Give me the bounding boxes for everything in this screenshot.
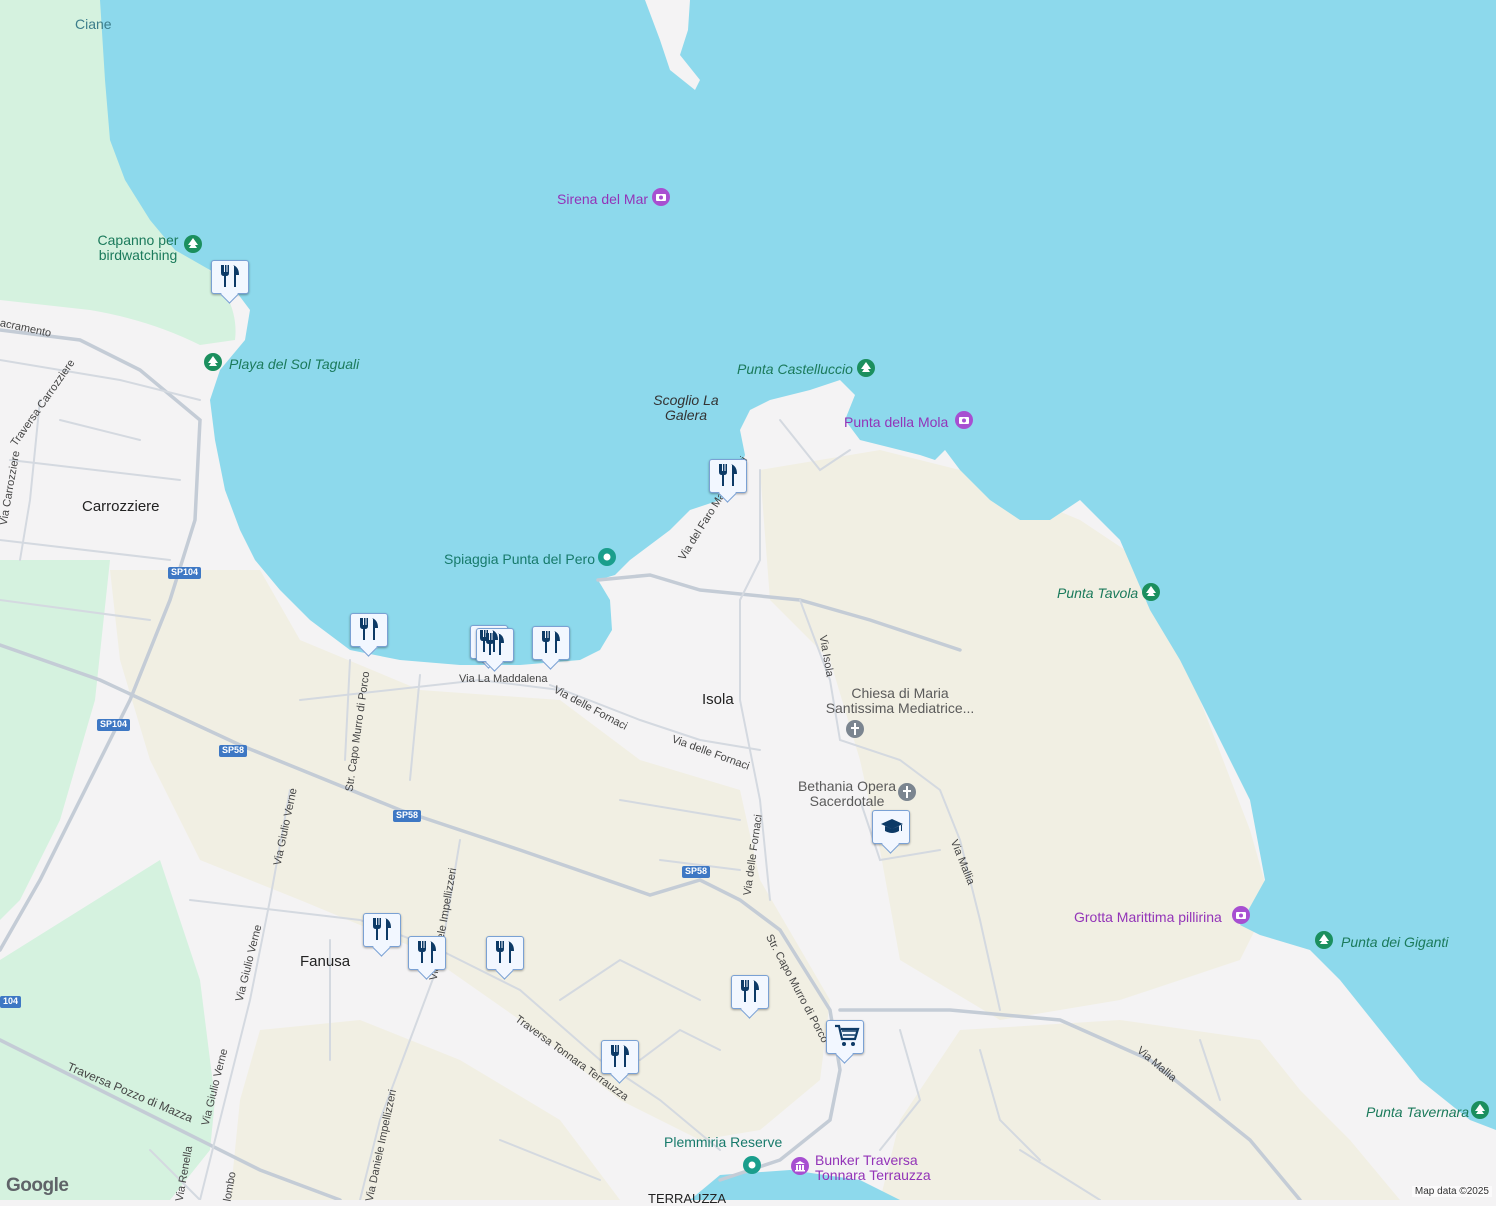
tree-icon[interactable] — [203, 352, 223, 376]
map-canvas[interactable] — [0, 0, 1496, 1200]
restaurant-marker[interactable] — [363, 913, 401, 947]
road-shield: SP104 — [168, 567, 201, 579]
fork-knife-icon — [540, 630, 562, 654]
place-label-scoglio: Scoglio La Galera — [650, 393, 722, 424]
restaurant-marker[interactable] — [731, 975, 769, 1009]
restaurant-marker[interactable] — [532, 626, 570, 660]
place-label-fanusa: Fanusa — [300, 954, 350, 969]
church-icon[interactable] — [897, 782, 917, 806]
shopping-cart-icon — [834, 1024, 860, 1048]
restaurant-marker[interactable] — [350, 613, 388, 647]
fork-knife-icon — [484, 632, 506, 656]
park-label-capanno: Capanno per birdwatching — [97, 233, 179, 264]
tree-icon[interactable] — [1314, 930, 1334, 954]
restaurant-marker[interactable] — [408, 936, 446, 970]
tree-icon[interactable] — [183, 234, 203, 258]
pin-icon[interactable] — [597, 547, 617, 571]
pin-icon[interactable] — [742, 1155, 762, 1179]
park-label-punta-tavernara: Punta Tavernara — [1366, 1105, 1469, 1119]
water-label-ciane: Ciane — [75, 17, 112, 31]
place-label-isola: Isola — [702, 692, 734, 707]
fork-knife-icon — [494, 940, 516, 964]
church-icon[interactable] — [845, 719, 865, 743]
fork-knife-icon — [371, 917, 393, 941]
camera-icon[interactable] — [954, 410, 974, 434]
graduation-cap-icon — [880, 814, 904, 838]
road-shield: SP104 — [97, 719, 130, 731]
restaurant-marker[interactable] — [709, 459, 747, 493]
shopping-marker[interactable] — [826, 1020, 864, 1054]
restaurant-marker[interactable] — [486, 936, 524, 970]
attraction-label-grotta: Grotta Marittima pillirina — [1074, 910, 1222, 924]
fork-knife-icon — [739, 979, 761, 1003]
tree-icon[interactable] — [856, 358, 876, 382]
poi-label-spiaggia: Spiaggia Punta del Pero — [444, 552, 595, 566]
restaurant-marker[interactable] — [211, 260, 249, 294]
attraction-label-punta-mola: Punta della Mola — [844, 415, 948, 429]
park-label-punta-giganti: Punta dei Giganti — [1341, 935, 1448, 949]
fork-knife-icon — [219, 264, 241, 288]
map-attribution[interactable]: Map data ©2025 — [1412, 1186, 1492, 1197]
attraction-label-bunker: Bunker Traversa Tonnara Terrauzza — [815, 1153, 945, 1182]
place-label-terrauzza: TERRAUZZA — [648, 1192, 726, 1205]
attraction-label-sirena: Sirena del Mar — [557, 192, 648, 206]
road-shield: 104 — [0, 996, 21, 1008]
fork-knife-icon — [358, 617, 380, 641]
google-logo[interactable]: Google — [6, 1175, 68, 1197]
road-shield: SP58 — [393, 810, 421, 822]
school-marker[interactable] — [872, 810, 910, 844]
street-label: Via La Maddalena — [459, 674, 547, 685]
tree-icon[interactable] — [1141, 582, 1161, 606]
restaurant-marker[interactable] — [601, 1040, 639, 1074]
road-shield: SP58 — [682, 866, 710, 878]
museum-icon[interactable] — [790, 1156, 810, 1180]
poi-label-plemmiria: Plemmiria Reserve — [664, 1135, 782, 1149]
road-shield: SP58 — [219, 745, 247, 757]
fork-knife-icon — [717, 463, 739, 487]
camera-icon[interactable] — [651, 187, 671, 211]
fork-knife-icon — [416, 940, 438, 964]
park-label-playa: Playa del Sol Taguali — [229, 357, 359, 371]
church-label-bethania: Bethania Opera Sacerdotale — [795, 779, 899, 810]
camera-icon[interactable] — [1231, 905, 1251, 929]
park-label-punta-castelluccio: Punta Castelluccio — [737, 362, 853, 376]
tree-icon[interactable] — [1470, 1100, 1490, 1124]
park-label-punta-tavola: Punta Tavola — [1057, 586, 1138, 600]
place-label-carrozziere: Carrozziere — [82, 499, 160, 514]
fork-knife-icon — [609, 1044, 631, 1068]
church-label-chiesa: Chiesa di Maria Santissima Mediatrice... — [822, 686, 978, 717]
